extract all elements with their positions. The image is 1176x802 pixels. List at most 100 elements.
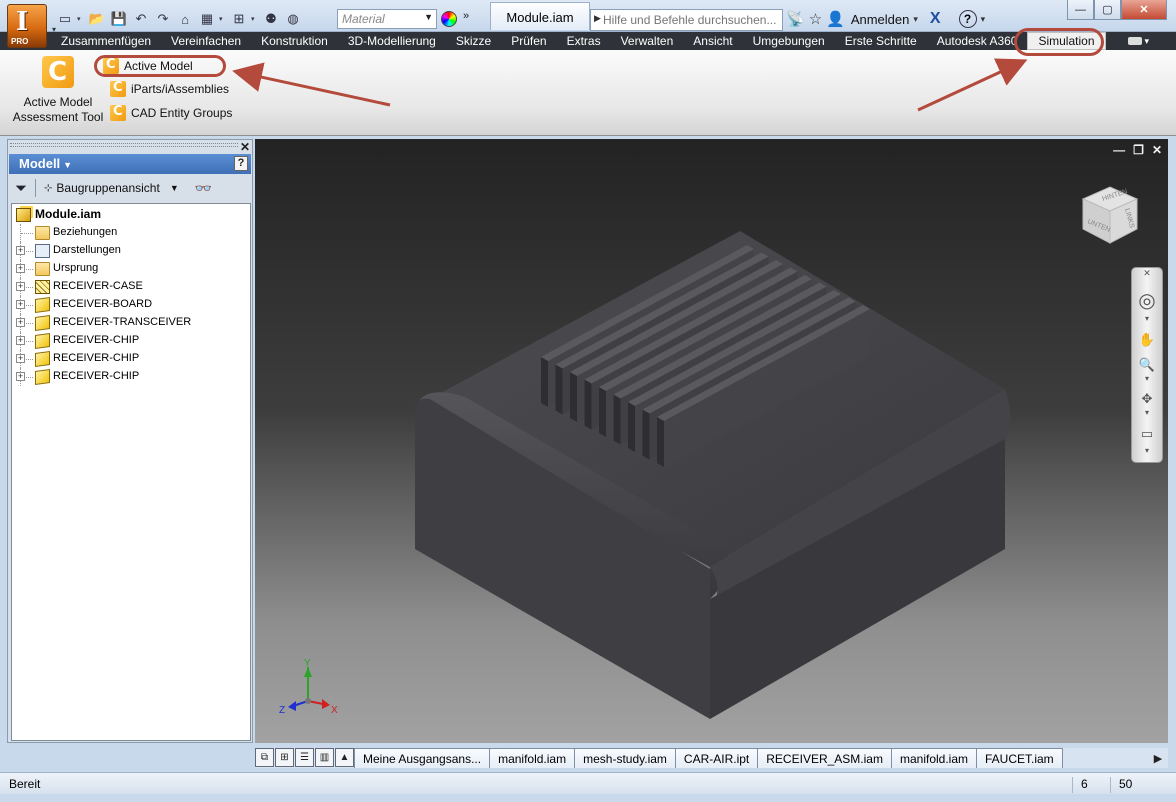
browser-header[interactable]: Modell ▼ ? xyxy=(9,154,251,174)
measure-icon[interactable]: ⊞ xyxy=(229,9,249,29)
save-icon[interactable]: 💾 xyxy=(109,9,129,29)
tab-3d-modellierung[interactable]: 3D-Modellierung xyxy=(348,34,436,48)
minimize-button[interactable]: — xyxy=(1067,0,1094,20)
color-wheel-icon[interactable] xyxy=(441,11,457,27)
steering-dropdown-icon[interactable]: ▾ xyxy=(1136,314,1158,323)
document-tab[interactable]: CAR-AIR.ipt xyxy=(674,748,759,768)
steering-wheel-icon[interactable]: ◎ xyxy=(1136,288,1158,313)
document-tab[interactable]: FAUCET.iam xyxy=(976,748,1063,768)
maximize-button[interactable]: ▢ xyxy=(1094,0,1121,20)
tab-zusammenfuegen[interactable]: Zusammenfügen xyxy=(61,34,151,48)
search-input[interactable] xyxy=(603,11,779,29)
model-render[interactable] xyxy=(255,139,1168,743)
tile-horizontal-icon[interactable]: ☰ xyxy=(295,748,314,767)
tab-umgebungen[interactable]: Umgebungen xyxy=(753,34,825,48)
document-list-icon[interactable]: ▲ xyxy=(335,748,354,767)
tree-root[interactable]: Module.iam xyxy=(12,206,250,224)
graphics-viewport[interactable]: — ❐ ✕ HINTEN UNTEN LINKS ✕ ◎ ▾ ✋ 🔍 ▾ ✥ ▾… xyxy=(255,139,1168,743)
new-dropdown-icon[interactable]: ▾ xyxy=(77,15,85,23)
tree-node[interactable]: + RECEIVER-TRANSCEIVER xyxy=(12,314,250,332)
tab-skizze[interactable]: Skizze xyxy=(456,34,491,48)
iparts-iassemblies-button[interactable]: iParts/iAssemblies xyxy=(110,77,232,101)
tree-node[interactable]: + RECEIVER-BOARD xyxy=(12,296,250,314)
open-folder-icon[interactable]: 📂 xyxy=(87,9,107,29)
expand-toggle-icon[interactable]: + xyxy=(16,246,25,255)
tree-node[interactable]: + RECEIVER-CHIP xyxy=(12,368,250,386)
image-dropdown-icon[interactable]: ▾ xyxy=(219,15,227,23)
orbit-dropdown-icon[interactable]: ▾ xyxy=(1136,408,1158,417)
pan-hand-icon[interactable]: ✋ xyxy=(1136,332,1158,348)
sign-in-dropdown-icon[interactable]: ▾ xyxy=(913,14,918,25)
document-tab[interactable]: manifold.iam xyxy=(489,748,576,768)
active-model-assessment-tool-button[interactable]: Active Model Assessment Tool xyxy=(12,56,104,125)
zoom-dropdown-icon[interactable]: ▾ xyxy=(1136,374,1158,383)
undo-icon[interactable]: ↶ xyxy=(131,9,151,29)
redo-icon[interactable]: ↷ xyxy=(153,9,173,29)
sign-in-link[interactable]: Anmelden xyxy=(851,12,910,27)
tab-verwalten[interactable]: Verwalten xyxy=(621,34,674,48)
view-mode-select[interactable]: ⊹ Baugruppenansicht ▼ xyxy=(44,181,179,195)
find-binoculars-icon[interactable]: 👓 xyxy=(195,180,212,197)
measure-dropdown-icon[interactable]: ▾ xyxy=(251,15,259,23)
document-tab[interactable]: Meine Ausgangsans... xyxy=(354,748,491,768)
application-menu-button[interactable]: I PRO ▾ xyxy=(7,4,56,48)
tab-konstruktion[interactable]: Konstruktion xyxy=(261,34,328,48)
select-mode-icon[interactable]: ⚉ xyxy=(261,9,281,29)
expand-toggle-icon[interactable]: + xyxy=(16,336,25,345)
tab-simulation[interactable]: Simulation xyxy=(1027,32,1106,50)
tabs-scroll-right-icon[interactable]: ▶ xyxy=(1148,748,1168,768)
tile-vertical-icon[interactable]: ▥ xyxy=(315,748,334,767)
tile-windows-icon[interactable]: ⊞ xyxy=(275,748,294,767)
favorites-star-icon[interactable]: ☆ xyxy=(809,10,822,28)
communication-center-icon[interactable]: 📡 xyxy=(786,10,805,28)
tree-node[interactable]: + RECEIVER-CHIP xyxy=(12,332,250,350)
tree-node[interactable]: Beziehungen xyxy=(12,224,250,242)
expand-toggle-icon[interactable]: + xyxy=(16,264,25,273)
tree-node[interactable]: + RECEIVER-CASE xyxy=(12,278,250,296)
exchange-apps-icon[interactable]: X xyxy=(930,10,941,28)
active-model-button[interactable]: Active Model xyxy=(94,55,226,77)
appearance-icon[interactable]: ◍ xyxy=(283,9,303,29)
cad-entity-groups-button[interactable]: CAD Entity Groups xyxy=(110,101,232,125)
material-select[interactable]: Material ▼ xyxy=(337,9,437,29)
help-icon[interactable]: ? xyxy=(958,10,977,28)
tree-node[interactable]: + Ursprung xyxy=(12,260,250,278)
expand-toggle-icon[interactable]: + xyxy=(16,282,25,291)
navbar-close-icon[interactable]: ✕ xyxy=(1136,268,1158,279)
tab-extras[interactable]: Extras xyxy=(567,34,601,48)
expand-toggle-icon[interactable]: + xyxy=(16,300,25,309)
browser-grip[interactable] xyxy=(10,143,238,147)
view-cube[interactable]: HINTEN UNTEN LINKS xyxy=(1075,179,1145,249)
document-tab[interactable]: RECEIVER_ASM.iam xyxy=(757,748,892,768)
browser-close-icon[interactable]: ✕ xyxy=(240,140,250,154)
expand-toggle-icon[interactable]: + xyxy=(16,318,25,327)
tab-vereinfachen[interactable]: Vereinfachen xyxy=(171,34,241,48)
filter-icon[interactable]: ⏷ xyxy=(15,180,27,197)
tree-node[interactable]: + RECEIVER-CHIP xyxy=(12,350,250,368)
expand-toggle-icon[interactable]: + xyxy=(16,354,25,363)
orbit-icon[interactable]: ✥ xyxy=(1136,391,1158,407)
tree-node[interactable]: + Darstellungen xyxy=(12,242,250,260)
home-icon[interactable]: ⌂ xyxy=(175,9,195,29)
document-tab[interactable]: manifold.iam xyxy=(890,748,977,768)
search-expand-icon[interactable]: ▶ xyxy=(594,13,601,24)
new-file-icon[interactable]: ▭ xyxy=(55,9,75,29)
tab-erste-schritte[interactable]: Erste Schritte xyxy=(845,34,917,48)
navbar-options-icon[interactable]: ▾ xyxy=(1136,446,1158,455)
zoom-icon[interactable]: 🔍 xyxy=(1136,357,1158,373)
help-dropdown-icon[interactable]: ▾ xyxy=(981,14,986,25)
browser-help-icon[interactable]: ? xyxy=(234,156,248,171)
user-icon[interactable]: 👤 xyxy=(826,10,845,28)
expand-toggle-icon[interactable]: + xyxy=(16,372,25,381)
tab-pruefen[interactable]: Prüfen xyxy=(511,34,546,48)
ribbon-display-toggle[interactable]: ▾ xyxy=(1127,36,1149,47)
document-tab[interactable]: mesh-study.iam xyxy=(574,748,676,768)
help-search[interactable]: ▶ xyxy=(590,9,783,31)
close-button[interactable]: ✕ xyxy=(1121,0,1167,20)
tab-autodesk-a360[interactable]: Autodesk A360 xyxy=(937,34,1018,48)
cascade-windows-icon[interactable]: ⧉ xyxy=(255,748,274,767)
image-icon[interactable]: ▦ xyxy=(197,9,217,29)
look-at-icon[interactable]: ▭ xyxy=(1136,426,1158,442)
tab-ansicht[interactable]: Ansicht xyxy=(693,34,732,48)
more-commands-icon[interactable]: » xyxy=(463,10,469,22)
